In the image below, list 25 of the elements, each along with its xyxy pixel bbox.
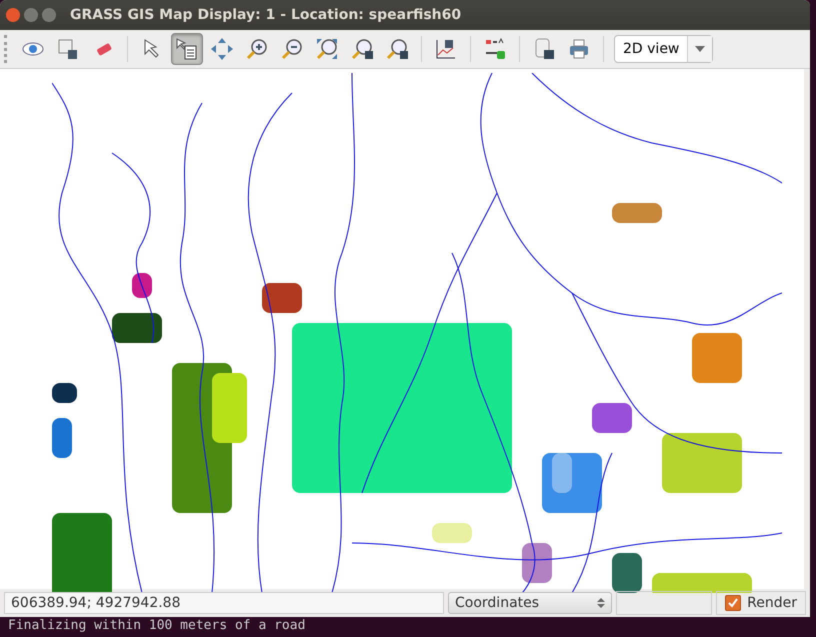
spinner-arrows-icon <box>596 597 605 609</box>
zoomout-icon <box>280 37 304 61</box>
close-icon[interactable] <box>6 8 20 22</box>
layers-icon <box>56 37 80 61</box>
zoomin-icon <box>245 37 269 61</box>
caret-icon <box>695 46 706 52</box>
pan-icon <box>210 37 234 61</box>
maximize-icon[interactable] <box>42 8 56 22</box>
coordinates-field: 606389.94; 4927942.88 <box>4 592 444 614</box>
query-icon <box>175 37 199 61</box>
analyze-icon <box>434 37 458 61</box>
check-icon <box>727 597 740 609</box>
terminal-text: Finalizing within 100 meters of a road <box>7 617 306 635</box>
window-title: GRASS GIS Map Display: 1 - Location: spearfish60 <box>70 7 462 23</box>
minimize-icon[interactable] <box>24 8 38 22</box>
print-icon <box>567 37 591 61</box>
query-tool-button[interactable] <box>171 33 203 65</box>
mode-dropdown[interactable]: Coordinates <box>448 592 612 614</box>
decorate-icon <box>483 37 507 61</box>
render-checkbox[interactable]: Render <box>716 591 806 615</box>
zoomback-icon <box>350 37 374 61</box>
view-dropdown[interactable]: 2D view <box>614 35 714 63</box>
zoomextent-icon <box>315 37 339 61</box>
zoommenu-icon <box>385 37 409 61</box>
toolbar-grip[interactable] <box>4 35 10 63</box>
